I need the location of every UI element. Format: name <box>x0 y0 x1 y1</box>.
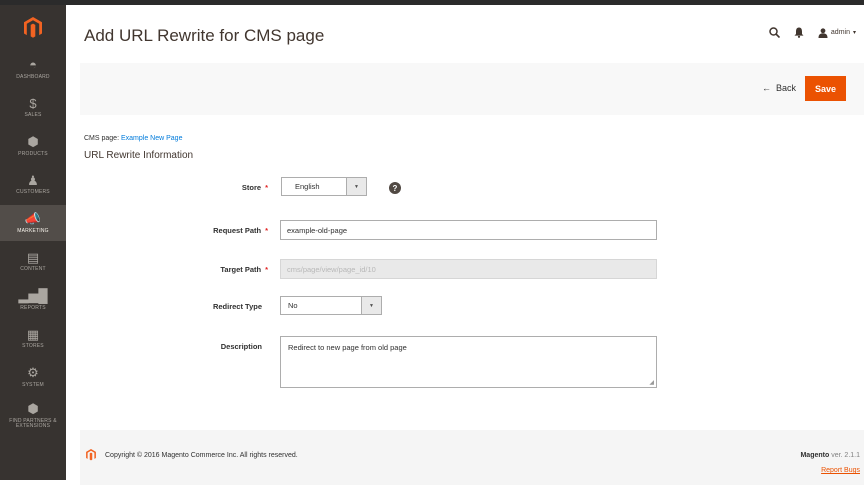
sidebar-item-label: SALES <box>24 112 42 119</box>
request-path-label: Request Path * <box>186 226 268 235</box>
dollar-icon: $ <box>29 95 37 111</box>
redirect-type-value: No <box>288 301 298 310</box>
sidebar-item-customers[interactable]: ♟ CUSTOMERS <box>0 167 66 203</box>
save-button[interactable]: Save <box>805 76 846 101</box>
gear-icon: ⚙ <box>27 365 39 381</box>
redirect-type-select[interactable]: No ▼ <box>280 296 382 315</box>
store-select-value: English <box>295 182 320 191</box>
sidebar-item-label: REPORTS <box>20 304 46 311</box>
store-icon: ▦ <box>26 326 40 342</box>
magento-logo-icon <box>86 449 96 461</box>
sidebar-item-label: SYSTEM <box>22 381 44 388</box>
sidebar-item-label: CONTENT <box>20 266 46 273</box>
user-icon <box>818 27 828 38</box>
description-label: Description <box>220 342 262 351</box>
help-question-icon[interactable]: ? <box>389 182 401 194</box>
sidebar-item-marketing[interactable]: 📣 MARKETING <box>0 205 66 241</box>
footer-magento-logo <box>86 449 96 461</box>
section-title: URL Rewrite Information <box>84 150 194 161</box>
store-label-text: Store <box>241 183 262 192</box>
dropdown-arrow-icon: ▼ <box>346 178 366 195</box>
sidebar-item-products[interactable]: ⬢ PRODUCTS <box>0 128 66 164</box>
sidebar-item-label: MARKETING <box>17 227 49 234</box>
sidebar-item-system[interactable]: ⚙ SYSTEM <box>0 359 66 395</box>
store-select[interactable]: English ▼ <box>281 177 367 196</box>
main-content: Add URL Rewrite for CMS page admin ▾ ← B… <box>66 5 864 485</box>
dashboard-icon: ◓ <box>29 57 37 73</box>
person-icon: ♟ <box>27 172 39 188</box>
sidebar-item-label: DASHBOARD <box>16 73 50 80</box>
back-button-label: Back <box>775 83 796 93</box>
version-number: ver. 2.1.1 <box>831 452 860 459</box>
arrow-left-icon: ← <box>761 83 771 93</box>
sidebar-item-content[interactable]: ▤ CONTENT <box>0 244 66 280</box>
sidebar-item-label: FIND PARTNERS & EXTENSIONS <box>9 417 57 429</box>
target-path-label: Target Path * <box>186 265 268 274</box>
required-marker: * <box>265 265 268 274</box>
header-tools: admin ▾ <box>769 27 856 38</box>
admin-sidebar: ◓ DASHBOARD $ SALES ⬢ PRODUCTS ♟ CUSTOMERS 📣 MARK… <box>0 5 66 480</box>
required-marker: * <box>265 226 268 235</box>
request-path-label-text: Request Path <box>213 226 262 235</box>
magento-logo[interactable] <box>0 5 66 51</box>
target-path-label-text: Target Path <box>220 265 262 274</box>
dropdown-arrow-icon: ▼ <box>361 297 381 314</box>
redirect-type-label: Redirect Type <box>212 302 262 311</box>
partners-icon: ⬢ <box>27 401 39 416</box>
request-path-input[interactable]: example-old-page <box>280 220 657 240</box>
sidebar-item-sales[interactable]: $ SALES <box>0 90 66 126</box>
sidebar-item-label: CUSTOMERS <box>16 189 50 196</box>
cms-page-reference: CMS page: Example New Page <box>84 135 182 142</box>
layout-icon: ▤ <box>26 249 40 265</box>
admin-username: admin <box>830 29 850 36</box>
admin-account-menu[interactable]: admin ▾ <box>818 27 856 38</box>
cms-page-prefix: CMS page: <box>84 135 120 142</box>
search-icon <box>769 27 780 38</box>
report-bugs-link[interactable]: Report Bugs <box>821 467 860 474</box>
sidebar-item-find-partners-extensions[interactable]: ⬢ FIND PARTNERS & EXTENSIONS <box>0 398 66 434</box>
resize-handle-icon[interactable]: ◢ <box>649 379 654 386</box>
bell-icon <box>794 27 804 38</box>
sidebar-item-label: PRODUCTS <box>18 150 48 157</box>
page-footer: Copyright © 2016 Magento Commerce Inc. A… <box>80 430 864 485</box>
bar-chart-icon: ▂▅█ <box>18 288 48 304</box>
magento-logo-icon <box>24 17 42 38</box>
version-info: Magento ver. 2.1.1 <box>800 452 860 459</box>
megaphone-icon: 📣 <box>24 211 42 227</box>
store-label: Store * <box>186 183 268 192</box>
cube-icon: ⬢ <box>27 134 39 150</box>
required-marker: * <box>265 183 268 192</box>
brand-name: Magento <box>800 452 830 459</box>
page-actions-bar: ← Back Save <box>80 63 864 115</box>
sidebar-item-label: STORES <box>22 343 44 350</box>
cms-page-link[interactable]: Example New Page <box>121 135 182 142</box>
chevron-down-icon: ▾ <box>852 30 856 36</box>
sidebar-item-reports[interactable]: ▂▅█ REPORTS <box>0 282 66 318</box>
page-title: Add URL Rewrite for CMS page <box>84 26 325 45</box>
target-path-input: cms/page/view/page_id/10 <box>280 259 657 279</box>
description-textarea[interactable]: Redirect to new page from old page ◢ <box>280 336 657 388</box>
back-button[interactable]: ← Back <box>762 83 796 93</box>
notifications-button[interactable] <box>794 27 804 38</box>
search-button[interactable] <box>769 27 780 38</box>
description-text: Redirect to new page from old page <box>288 343 407 352</box>
copyright-text: Copyright © 2016 Magento Commerce Inc. A… <box>105 452 298 459</box>
sidebar-item-dashboard[interactable]: ◓ DASHBOARD <box>0 51 66 87</box>
sidebar-item-stores[interactable]: ▦ STORES <box>0 321 66 357</box>
